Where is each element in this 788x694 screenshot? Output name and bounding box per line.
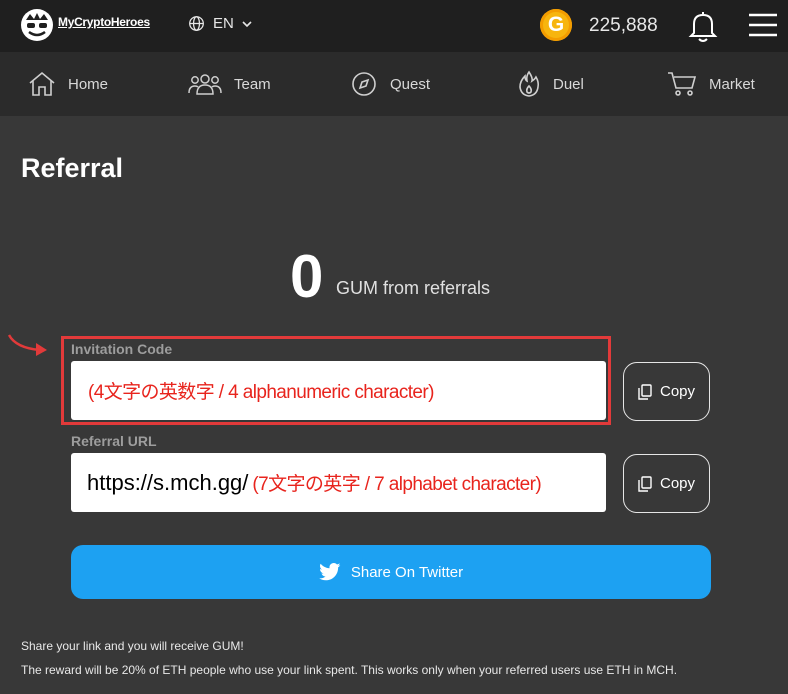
logo[interactable] — [20, 8, 54, 42]
copy-icon — [638, 475, 652, 492]
referral-url-prefix: https://s.mch.gg/ — [87, 469, 249, 495]
compass-icon — [352, 72, 376, 96]
referral-url-label: Referral URL — [71, 433, 157, 449]
share-on-twitter-button[interactable]: Share On Twitter — [71, 545, 711, 599]
referral-gum-count: 0 — [290, 243, 324, 310]
copy-invitation-code-button[interactable]: Copy — [623, 362, 710, 421]
gum-coin-icon: G — [540, 9, 572, 41]
nav-item-label: Market — [709, 75, 755, 93]
share-on-twitter-label: Share On Twitter — [350, 563, 464, 581]
bell-icon[interactable] — [688, 9, 718, 43]
main-nav: Home Team Quest Duel Market — [0, 52, 788, 116]
nav-item-label: Home — [68, 75, 109, 93]
nav-item-market[interactable]: Market — [667, 52, 755, 116]
flame-icon — [519, 70, 540, 97]
language-label: EN — [213, 15, 234, 32]
nav-item-home[interactable]: Home — [28, 52, 108, 116]
referral-note-2: The reward will be 20% of ETH people who… — [21, 663, 678, 677]
top-bar: MyCryptoHeroes EN G 225,888 — [0, 0, 788, 52]
copy-icon — [638, 383, 652, 400]
chevron-down-icon — [242, 20, 252, 27]
copy-referral-url-button[interactable]: Copy — [623, 454, 710, 513]
logo-text: MyCryptoHeroes — [58, 15, 150, 29]
twitter-bird-icon — [318, 563, 341, 581]
gum-balance: 225,888 — [589, 15, 658, 36]
referral-note-1: Share your link and you will receive GUM… — [21, 639, 244, 653]
nav-item-label: Quest — [390, 75, 431, 93]
copy-button-label: Copy — [659, 475, 696, 492]
page-title: Referral — [21, 153, 124, 183]
nav-item-label: Duel — [553, 75, 584, 93]
referral-url-field[interactable]: https://s.mch.gg/ (7文字の英字 / 7 alphabet c… — [71, 453, 606, 512]
nav-item-label: Team — [234, 75, 271, 93]
home-icon — [29, 71, 55, 96]
nav-item-team[interactable]: Team — [188, 52, 271, 116]
annotation-highlight-box — [61, 336, 611, 425]
referral-url-value: (7文字の英字 / 7 alphabet character) — [252, 474, 542, 495]
nav-item-quest[interactable]: Quest — [350, 52, 430, 116]
referral-gum-label: GUM from referrals — [336, 278, 491, 298]
language-selector[interactable]: EN — [188, 15, 252, 32]
copy-button-label: Copy — [659, 383, 696, 400]
annotation-arrow-icon — [7, 334, 47, 356]
hero-mask-icon — [21, 9, 53, 41]
hamburger-menu-icon[interactable] — [748, 12, 778, 38]
globe-icon — [189, 16, 204, 31]
cart-icon — [668, 72, 697, 96]
nav-item-duel[interactable]: Duel — [517, 52, 584, 116]
team-icon — [188, 74, 222, 95]
